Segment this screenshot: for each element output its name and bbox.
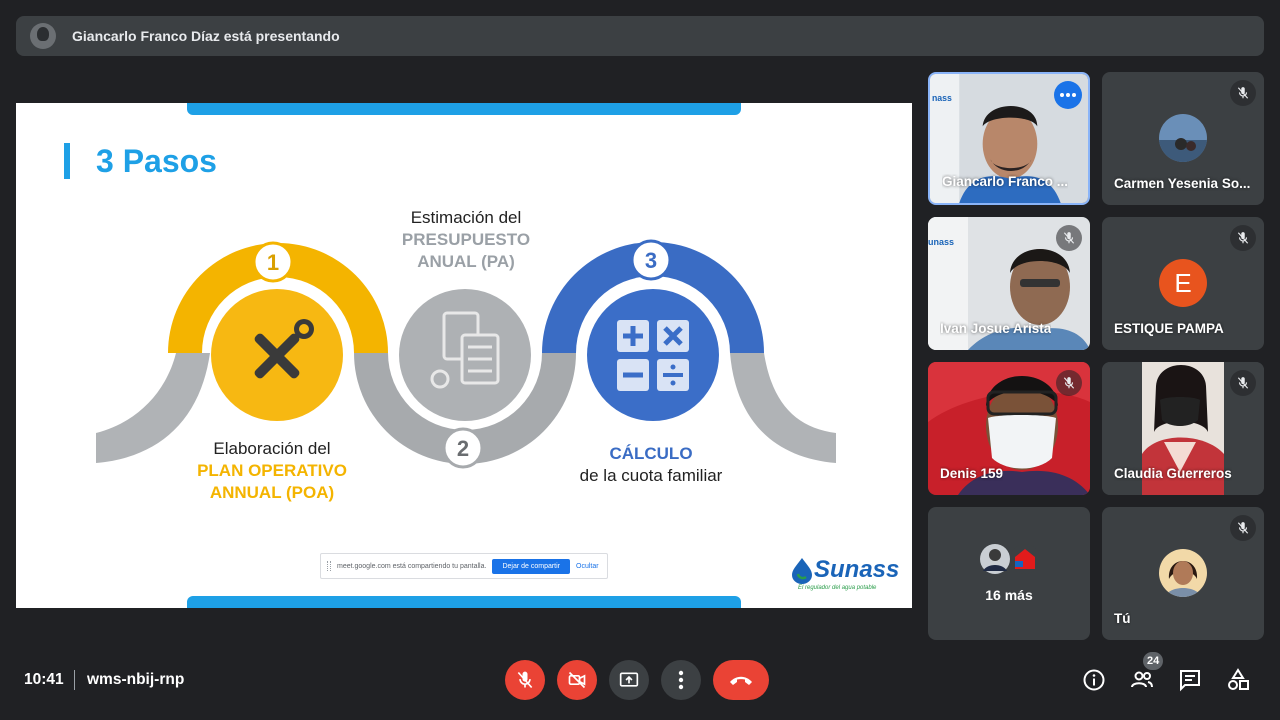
more-participants-avatars bbox=[980, 544, 1040, 574]
avatar bbox=[1159, 114, 1207, 162]
meeting-time: 10:41 bbox=[24, 671, 64, 688]
mic-off-icon bbox=[1230, 515, 1256, 541]
hide-banner-button[interactable]: Ocultar bbox=[576, 563, 599, 570]
activities-icon[interactable] bbox=[1226, 668, 1250, 692]
control-bar: 10:41 wms-nbij-rnp 24 bbox=[0, 640, 1280, 720]
presenter-avatar bbox=[30, 23, 56, 49]
step2-line3: ANUAL (PA) bbox=[417, 252, 515, 271]
toggle-camera-button[interactable] bbox=[557, 660, 597, 700]
mic-off-icon bbox=[517, 671, 533, 689]
participant-name: Denis 159 bbox=[940, 466, 1004, 481]
logo-name: Sunass bbox=[814, 556, 900, 583]
self-tile[interactable]: Tú bbox=[1102, 507, 1264, 640]
right-tail-arc bbox=[730, 353, 836, 463]
step3-line1: CÁLCULO bbox=[609, 444, 693, 463]
participant-tile[interactable]: Claudia Guerreros bbox=[1102, 362, 1264, 495]
leave-call-button[interactable] bbox=[713, 660, 769, 700]
step3-number: 3 bbox=[645, 248, 657, 273]
present-screen-button[interactable] bbox=[609, 660, 649, 700]
participant-tile[interactable]: E ESTIQUE PAMPA bbox=[1102, 217, 1264, 350]
divider bbox=[74, 670, 75, 690]
presenter-banner: Giancarlo Franco Díaz está presentando bbox=[16, 16, 1264, 56]
more-horizontal-icon bbox=[1060, 93, 1076, 97]
drag-handle-icon[interactable] bbox=[327, 561, 331, 571]
step1-line1: Elaboración del bbox=[213, 439, 331, 458]
present-screen-icon bbox=[619, 672, 639, 687]
mic-off-icon bbox=[1056, 225, 1082, 251]
step2-number: 2 bbox=[457, 436, 469, 461]
avatar: E bbox=[1159, 259, 1207, 307]
step3-caption: CÁLCULO de la cuota familiar bbox=[561, 443, 741, 487]
slide-bottom-bar bbox=[187, 596, 741, 608]
step2-line2: PRESUPUESTO bbox=[401, 230, 531, 249]
camera-off-icon bbox=[568, 671, 586, 689]
step2-caption: Estimación del PRESUPUESTO ANUAL (PA) bbox=[371, 207, 561, 273]
step1-line2: PLAN OPERATIVO bbox=[197, 461, 347, 480]
step3-circle bbox=[587, 289, 719, 421]
stop-sharing-button[interactable]: Dejar de compartir bbox=[492, 558, 571, 574]
svg-text:nass: nass bbox=[932, 93, 952, 103]
participant-tile[interactable]: unass Ivan Josue Arista bbox=[928, 217, 1090, 350]
water-drop-icon bbox=[792, 558, 812, 584]
svg-text:unass: unass bbox=[928, 237, 954, 247]
more-options-button[interactable] bbox=[661, 660, 701, 700]
mic-off-icon bbox=[1056, 370, 1082, 396]
mic-off-icon bbox=[1230, 370, 1256, 396]
participant-tile[interactable]: Denis 159 bbox=[928, 362, 1090, 495]
shared-screen: 3 Pasos 1 2 3 Elaboración del PLAN OPERA… bbox=[16, 103, 912, 608]
more-options-button[interactable] bbox=[1054, 81, 1082, 109]
mic-off-icon bbox=[1230, 80, 1256, 106]
participant-name: Claudia Guerreros bbox=[1114, 466, 1232, 481]
screen-share-banner: meet.google.com está compartiendo tu pan… bbox=[320, 553, 608, 579]
step1-number: 1 bbox=[267, 250, 279, 275]
meeting-details-icon[interactable] bbox=[1082, 668, 1106, 692]
participant-tile[interactable]: Carmen Yesenia So... bbox=[1102, 72, 1264, 205]
people-icon[interactable] bbox=[1130, 668, 1154, 692]
sunass-logo: Sunass El regulador del agua potable bbox=[790, 552, 899, 594]
participant-name: Tú bbox=[1114, 611, 1131, 626]
more-participants-count: 16 más bbox=[985, 587, 1033, 603]
participant-name: ESTIQUE PAMPA bbox=[1114, 321, 1224, 336]
participant-name: Carmen Yesenia So... bbox=[1114, 176, 1251, 191]
mic-off-icon bbox=[1230, 225, 1256, 251]
presenter-text: Giancarlo Franco Díaz está presentando bbox=[72, 28, 340, 44]
meeting-code[interactable]: wms-nbij-rnp bbox=[87, 671, 184, 689]
participant-tile-presenter[interactable]: nass Giancarlo Franco ... bbox=[928, 72, 1090, 205]
step2-line1: Estimación del bbox=[410, 208, 522, 227]
avatar bbox=[1159, 549, 1207, 597]
share-banner-message: meet.google.com está compartiendo tu pan… bbox=[337, 562, 487, 570]
step1-caption: Elaboración del PLAN OPERATIVO ANNUAL (P… bbox=[176, 438, 368, 504]
more-vertical-icon bbox=[678, 670, 684, 690]
chat-icon[interactable] bbox=[1178, 668, 1202, 692]
step1-line3: ANNUAL (POA) bbox=[209, 483, 335, 502]
more-participants-tile[interactable]: 16 más bbox=[928, 507, 1090, 640]
hang-up-icon bbox=[730, 676, 752, 685]
logo-tagline: El regulador del agua potable bbox=[798, 585, 877, 591]
steps-diagram: 1 2 3 bbox=[96, 239, 836, 469]
participant-name: Giancarlo Franco ... bbox=[942, 174, 1069, 189]
step3-line2: de la cuota familiar bbox=[579, 466, 723, 485]
toggle-mic-button[interactable] bbox=[505, 660, 545, 700]
participant-count-badge: 24 bbox=[1143, 652, 1164, 670]
participant-name: Ivan Josue Arista bbox=[940, 321, 1052, 336]
